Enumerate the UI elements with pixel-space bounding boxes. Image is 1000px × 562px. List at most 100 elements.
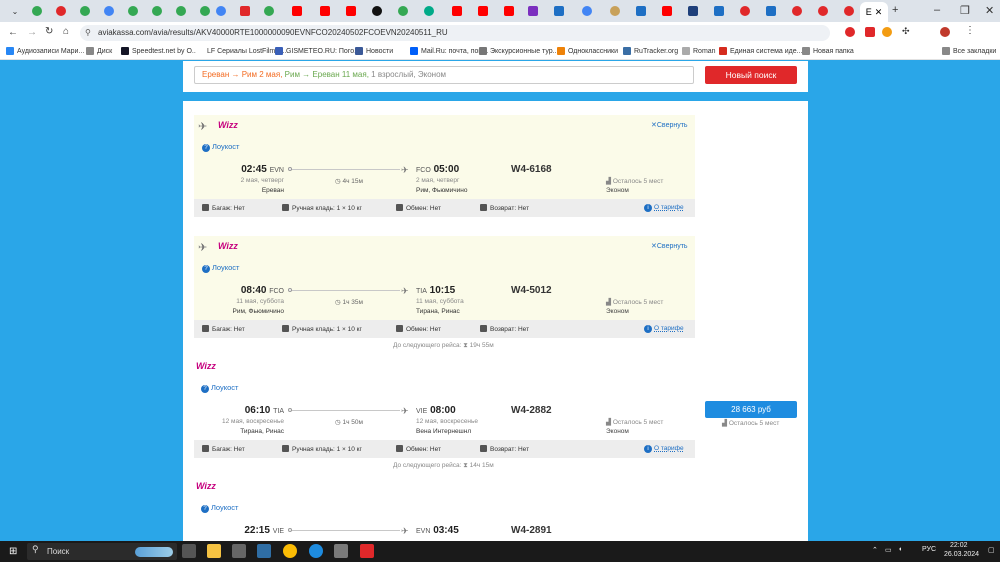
exchange-icon (396, 204, 403, 211)
lowcost-link[interactable]: ? Лоукост (202, 263, 239, 273)
restore-icon[interactable]: ❐ (960, 4, 970, 17)
network-icon[interactable]: ▭ (885, 546, 892, 554)
tray-arrow-icon[interactable]: ⌃ (872, 546, 878, 554)
lowcost-link[interactable]: ? Лоукост (201, 383, 238, 393)
bookmark-item[interactable]: Mail.Ru: почта, пои... (410, 47, 488, 55)
home-icon[interactable]: ⌂ (63, 26, 69, 37)
menu-icon[interactable]: ⋮ (965, 25, 975, 36)
bookmark-item[interactable]: Новая папка (802, 47, 854, 55)
bookmark-label: Единая система иде... (730, 47, 803, 55)
tab-youtube-6[interactable] (498, 3, 520, 19)
extensions-puzzle-icon[interactable]: ✣ (902, 26, 910, 37)
collapse-link[interactable]: ✕Свернуть (651, 242, 688, 250)
file-explorer-icon[interactable] (207, 544, 221, 558)
tab-9[interactable] (604, 3, 626, 19)
tab-maps-7[interactable] (258, 3, 280, 19)
tab-11[interactable] (682, 3, 704, 19)
site-info-icon[interactable]: ⚲ (85, 28, 91, 37)
volume-icon[interactable]: ◖ (898, 546, 902, 553)
tab-maps-3[interactable] (122, 3, 144, 19)
new-tab-button[interactable]: + (892, 4, 898, 16)
close-tab-icon[interactable]: ✕ (875, 7, 883, 18)
dep-code: FCO (269, 288, 284, 295)
tab-youtube-3[interactable] (340, 3, 362, 19)
route-line (290, 410, 400, 411)
extension-icon-2[interactable] (865, 27, 875, 37)
help-icon: ? (201, 505, 209, 513)
tab-16[interactable] (812, 3, 834, 19)
app-icon-3[interactable] (309, 544, 323, 558)
notifications-icon[interactable]: ▢ (988, 546, 995, 554)
tab-2[interactable] (50, 3, 72, 19)
tab-14[interactable] (760, 3, 782, 19)
bookmark-item[interactable]: Экскурсионные тур... (479, 47, 558, 55)
tab-7[interactable] (522, 3, 544, 19)
fare-info-link[interactable]: iО тарифе (644, 325, 684, 333)
collapse-link[interactable]: ✕Свернуть (651, 121, 688, 129)
bookmark-item[interactable]: Единая система иде... (719, 47, 802, 55)
tab-google[interactable] (210, 3, 232, 19)
lowcost-link[interactable]: ? Лоукост (202, 142, 239, 152)
bookmark-item[interactable]: Одноклассники (557, 47, 618, 55)
profile-avatar[interactable] (940, 27, 950, 37)
tab-17[interactable] (838, 3, 860, 19)
tab-12[interactable] (708, 3, 730, 19)
keyboard-lang[interactable]: РУС (922, 546, 936, 553)
clock-date[interactable]: 26.03.2024 (944, 551, 979, 558)
close-window-icon[interactable]: ✕ (985, 4, 994, 17)
bookmark-item[interactable]: Новости (355, 47, 393, 55)
tab-youtube-5[interactable] (472, 3, 494, 19)
fare-info-link[interactable]: iО тарифе (644, 445, 684, 453)
lowcost-link[interactable]: ? Лоукост (201, 503, 238, 513)
bookmark-item[interactable]: Диск (86, 47, 112, 55)
extension-icon-1[interactable] (845, 27, 855, 37)
app-icon-1[interactable] (232, 544, 246, 558)
tab-youtube-1[interactable] (286, 3, 308, 19)
tab-active[interactable]: E ✕ (860, 2, 888, 22)
forward-icon[interactable]: → (27, 27, 37, 38)
bookmark-item[interactable]: Speedtest.net by O... (121, 47, 198, 55)
bookmark-item[interactable]: GISMETEO.RU: Пого... (275, 47, 360, 55)
tab-search-icon[interactable]: ⌄ (4, 3, 26, 19)
seat-icon: ▟ (722, 420, 727, 427)
new-search-button[interactable]: Новый поиск (705, 66, 797, 84)
bookmark-item[interactable]: Roman (682, 47, 716, 55)
tab-maps-4[interactable] (146, 3, 168, 19)
seat-icon: ▟ (606, 178, 611, 185)
windows-start-icon[interactable]: ⊞ (9, 546, 17, 557)
tab-5[interactable] (366, 3, 388, 19)
fare-info-link[interactable]: iО тарифе (644, 204, 684, 212)
bookmark-item[interactable]: Аудиозаписи Мари... (6, 47, 84, 55)
task-view-icon[interactable] (182, 544, 196, 558)
tab-youtube-2[interactable] (314, 3, 336, 19)
bookmark-item[interactable]: RuTracker.org (623, 47, 678, 55)
app-icon-4[interactable] (334, 544, 348, 558)
search-summary-field[interactable]: Ереван → Рим 2 мая, Рим → Ереван 11 мая,… (194, 66, 694, 84)
chrome-icon[interactable] (283, 544, 297, 558)
hourglass-icon: ⧗ (463, 342, 468, 349)
tab-6[interactable] (418, 3, 440, 19)
tab-3[interactable] (98, 3, 120, 19)
tab-13[interactable] (734, 3, 756, 19)
tab-google-2[interactable] (576, 3, 598, 19)
tab-maps-2[interactable] (74, 3, 96, 19)
reload-icon[interactable]: ↻ (45, 26, 53, 37)
price-button[interactable]: 28 663 руб (705, 401, 797, 418)
pdf-reader-icon[interactable] (360, 544, 374, 558)
tab-8[interactable] (548, 3, 570, 19)
minimize-icon[interactable]: – (934, 4, 940, 16)
tab-15[interactable] (786, 3, 808, 19)
tab-maps-1[interactable] (26, 3, 48, 19)
tab-youtube-7[interactable] (656, 3, 678, 19)
clock-time[interactable]: 22:02 (950, 542, 968, 549)
tab-youtube-4[interactable] (446, 3, 468, 19)
app-icon-2[interactable] (257, 544, 271, 558)
bookmark-item[interactable]: Все закладки (942, 47, 996, 55)
tab-10[interactable] (630, 3, 652, 19)
back-icon[interactable]: ← (8, 27, 18, 38)
bookmark-item[interactable]: LF Сериалы LostFilm с... (196, 47, 287, 55)
tab-maps-5[interactable] (170, 3, 192, 19)
tab-maps-8[interactable] (392, 3, 414, 19)
extension-icon-3[interactable] (882, 27, 892, 37)
tab-4[interactable] (234, 3, 256, 19)
